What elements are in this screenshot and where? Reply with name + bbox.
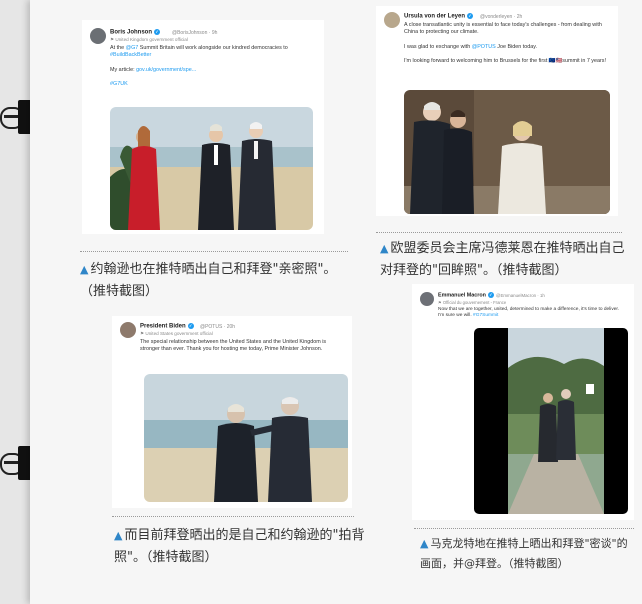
- author-handle: @vonderleyen · 2h: [480, 14, 523, 20]
- government-label: United Kingdom government official: [115, 37, 188, 42]
- caption-boris: ▲ 约翰逊也在推特晒出自己和拜登"亲密照"。（推特截图）: [80, 262, 337, 299]
- divider: [112, 516, 354, 517]
- verified-icon: ✓: [487, 292, 494, 298]
- tweet-text: A close transatlantic unity is essential…: [404, 22, 606, 65]
- author-name: President Biden: [140, 323, 186, 330]
- tweet-text: The special relationship between the Uni…: [140, 339, 327, 353]
- triangle-icon: ▲: [380, 242, 389, 255]
- mention-link[interactable]: @POTUS: [472, 44, 496, 50]
- tweet-photo: [404, 90, 610, 214]
- triangle-icon: ▲: [80, 263, 89, 276]
- author-handle: @BorisJohnson · 9h: [172, 30, 218, 36]
- tweet-photo: [144, 374, 348, 502]
- author-name: Boris Johnson: [110, 29, 153, 36]
- author-handle: @POTUS · 20h: [200, 324, 236, 330]
- triangle-icon: ▲: [420, 537, 429, 550]
- divider: [80, 251, 348, 252]
- divider: [414, 528, 634, 529]
- divider: [376, 232, 622, 233]
- tweet-boris-johnson: Boris Johnson ✓ @BorisJohnson · 9h ⚑ Unit…: [82, 20, 324, 234]
- hashtag-link[interactable]: #G7Summit: [473, 313, 498, 318]
- tweet-ursula-von-der-leyen: Ursula von der Leyen ✓ @vonderleyen · 2h …: [376, 6, 618, 216]
- document-page: Boris Johnson ✓ @BorisJohnson · 9h ⚑ Unit…: [30, 0, 642, 604]
- tweet-text: At the @G7 Summit Britain will work alon…: [110, 45, 288, 88]
- tweet-photo: [110, 107, 313, 230]
- avatar: [90, 28, 106, 44]
- author-handle: @EmmanuelMacron · 1h: [496, 293, 545, 298]
- caption-ursula: ▲ 欧盟委员会主席冯德莱恩在推特晒出自己对拜登的"回眸照"。（推特截图）: [380, 241, 625, 278]
- tweet-text: Now that we are together, united, determ…: [438, 307, 620, 319]
- triangle-icon: ▲: [114, 529, 123, 542]
- tweet-video-frame: [474, 328, 628, 514]
- verified-icon: ✓: [154, 29, 161, 35]
- avatar: [384, 12, 400, 28]
- caption-macron: ▲ 马克龙特地在推特上晒出和拜登"密谈"的画面，并@拜登。（推特截图）: [420, 537, 628, 570]
- government-label: Official du gouvernement - France: [442, 300, 507, 305]
- article-link[interactable]: gov.uk/government/spe...: [136, 67, 196, 73]
- avatar: [420, 292, 434, 306]
- hashtag-link[interactable]: #BuildBackBetter: [110, 52, 151, 58]
- caption-biden: ▲ 而目前拜登晒出的是自己和约翰逊的"拍背照"。（推特截图）: [114, 528, 365, 565]
- author-name: Emmanuel Macron: [438, 292, 486, 299]
- verified-icon: ✓: [467, 13, 474, 19]
- avatar: [120, 322, 136, 338]
- tweet-emmanuel-macron: Emmanuel Macron ✓ @EmmanuelMacron · 1h ⚑ …: [412, 284, 634, 520]
- author-name: Ursula von der Leyen: [404, 13, 466, 20]
- mention-link[interactable]: @G7: [126, 45, 139, 51]
- hashtag-link[interactable]: #G7UK: [110, 81, 128, 87]
- verified-icon: ✓: [187, 323, 194, 329]
- government-label: United States government official: [145, 331, 213, 336]
- tweet-president-biden: President Biden ✓ @POTUS · 20h ⚑ United S…: [112, 316, 352, 508]
